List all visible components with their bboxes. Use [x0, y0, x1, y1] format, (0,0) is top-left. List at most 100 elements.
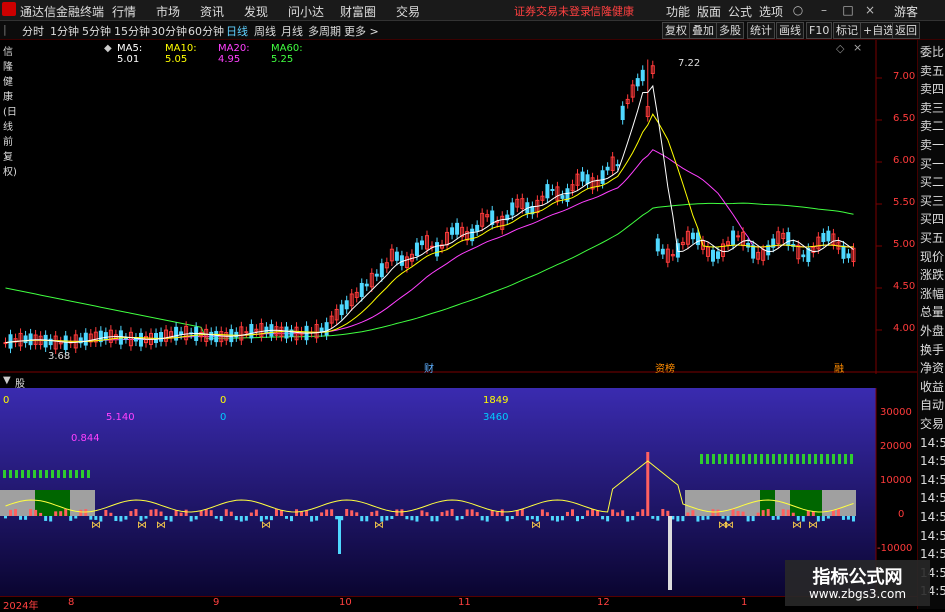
- tab-30min[interactable]: 30分钟: [151, 23, 187, 39]
- quote-side-panel: 委比卖五卖四卖三卖二卖一买一买二买三买四买五现价涨跌涨幅总量外盘换手净资收益自动…: [917, 40, 945, 609]
- close-icon[interactable]: ×: [862, 2, 878, 18]
- side-panel-item[interactable]: 14:56: [920, 435, 945, 451]
- side-panel-item[interactable]: 交易: [920, 416, 945, 432]
- side-panel-item[interactable]: 外盘: [920, 323, 945, 339]
- side-panel-item[interactable]: 自动: [920, 397, 945, 413]
- tab-15min[interactable]: 15分钟: [114, 23, 150, 39]
- menu-options[interactable]: 选项: [759, 3, 783, 20]
- watermark-title: 指标公式网: [812, 567, 903, 588]
- side-panel-item[interactable]: 14:56: [920, 453, 945, 469]
- tab-monthly[interactable]: 月线: [281, 23, 303, 39]
- menu-function[interactable]: 功能: [666, 3, 690, 20]
- side-panel-item[interactable]: 总量: [920, 304, 945, 320]
- chart-settings-icon[interactable]: ◇: [836, 42, 844, 55]
- side-panel-item[interactable]: 卖三: [920, 100, 945, 116]
- user-label[interactable]: 游客: [894, 3, 918, 20]
- side-panel-item[interactable]: 卖一: [920, 137, 945, 153]
- tab-weekly[interactable]: 周线: [254, 23, 276, 39]
- toolbar-handle-icon: |: [3, 23, 7, 36]
- menu-layout[interactable]: 版面: [697, 3, 721, 20]
- overlay-button[interactable]: 叠加: [689, 22, 717, 39]
- svg-text:⋈: ⋈: [91, 520, 101, 531]
- adjust-button[interactable]: 复权: [662, 22, 690, 39]
- low-price-label: 3.68: [48, 351, 71, 362]
- price-axis-label: 6.00: [893, 155, 916, 166]
- chart-close-icon[interactable]: ×: [853, 41, 862, 54]
- menu-discover[interactable]: 发现: [244, 3, 268, 20]
- indicator-axis-label: 20000: [880, 441, 912, 452]
- side-panel-item[interactable]: 买三: [920, 193, 945, 209]
- side-panel-item[interactable]: 换手: [920, 342, 945, 358]
- stock-title: 信隆健康(日线 前复权): [3, 47, 17, 178]
- side-panel-item[interactable]: 涨幅: [920, 286, 945, 302]
- side-panel-item[interactable]: 买四: [920, 211, 945, 227]
- tab-60min[interactable]: 60分钟: [188, 23, 224, 39]
- tab-more[interactable]: 更多 >: [344, 23, 379, 39]
- indicator-menu-icon[interactable]: ▼: [3, 375, 11, 386]
- mark-button[interactable]: 标记: [833, 22, 861, 39]
- menu-ask[interactable]: 问小达: [288, 3, 324, 20]
- indicator-axis-label: 0: [898, 509, 905, 520]
- side-panel-item[interactable]: 买五: [920, 230, 945, 246]
- search-icon[interactable]: ○: [790, 2, 806, 18]
- side-panel-item[interactable]: 涨跌: [920, 267, 945, 283]
- time-tick: 11: [458, 597, 471, 608]
- multi-stock-button[interactable]: 多股: [716, 22, 744, 39]
- time-axis: 2024年 8 9 10 11 12 1: [0, 596, 917, 612]
- indicator-axis-label: 30000: [880, 407, 912, 418]
- side-panel-item[interactable]: 委比: [920, 44, 945, 60]
- ma-settings-icon[interactable]: ◆: [104, 43, 112, 54]
- minimize-icon[interactable]: –: [816, 2, 832, 18]
- app-title: 通达信金融终端: [20, 5, 105, 19]
- side-panel-item[interactable]: 14:56: [920, 509, 945, 525]
- side-panel-item[interactable]: 卖五: [920, 63, 945, 79]
- menu-trade[interactable]: 交易: [396, 3, 420, 20]
- side-panel-item[interactable]: 14:56: [920, 490, 945, 506]
- side-panel-item[interactable]: 买一: [920, 156, 945, 172]
- tab-1min[interactable]: 1分钟: [50, 23, 79, 39]
- kline-chart[interactable]: [0, 40, 917, 374]
- stock-link[interactable]: 信隆健康: [590, 3, 634, 19]
- tab-daily[interactable]: 日线: [226, 23, 248, 39]
- indicator-value: 0: [3, 395, 10, 406]
- f10-button[interactable]: F10: [806, 22, 833, 39]
- draw-line-button[interactable]: 画线: [776, 22, 804, 39]
- ma10-label: MA10: 5.05: [165, 43, 197, 65]
- menu-quotes[interactable]: 行情: [112, 3, 136, 20]
- event-marker-finance[interactable]: 财: [424, 360, 434, 375]
- side-panel-item[interactable]: 净资: [920, 360, 945, 376]
- menu-market[interactable]: 市场: [156, 3, 180, 20]
- event-marker-list[interactable]: 资榜: [655, 360, 675, 375]
- site-watermark: 指标公式网 www.zbgs3.com: [785, 560, 930, 606]
- price-axis-label: 5.00: [893, 239, 916, 250]
- menu-wealth[interactable]: 财富圈: [340, 3, 376, 20]
- side-panel-item[interactable]: 买二: [920, 174, 945, 190]
- menu-news[interactable]: 资讯: [200, 3, 224, 20]
- side-panel-item[interactable]: 卖二: [920, 118, 945, 134]
- stats-button[interactable]: 统计: [747, 22, 775, 39]
- side-panel-item[interactable]: 14:56: [920, 528, 945, 544]
- indicator-value: 0.844: [71, 433, 100, 444]
- login-warning[interactable]: 证券交易未登录: [514, 3, 591, 19]
- time-tick: 10: [339, 597, 352, 608]
- svg-text:⋈: ⋈: [808, 520, 818, 531]
- svg-text:⋈: ⋈: [724, 520, 734, 531]
- svg-text:⋈: ⋈: [374, 520, 384, 531]
- back-button[interactable]: 返回: [892, 22, 920, 39]
- restore-icon[interactable]: □: [840, 2, 856, 18]
- side-panel-item[interactable]: 14:56: [920, 472, 945, 488]
- svg-text:⋈: ⋈: [137, 520, 147, 531]
- side-panel-item[interactable]: 收益: [920, 379, 945, 395]
- tab-timeshare[interactable]: 分时: [22, 23, 44, 39]
- menu-formula[interactable]: 公式: [728, 3, 752, 20]
- indicator-chart[interactable]: ⋈ ⋈ ⋈ ⋈ ⋈ ⋈ ⋈⋈ ⋈ ⋈: [0, 388, 917, 596]
- ma5-label: MA5: 5.01: [117, 43, 143, 65]
- tab-multi-period[interactable]: 多周期: [308, 23, 341, 39]
- side-panel-item[interactable]: 现价: [920, 249, 945, 265]
- indicator-value: 0: [220, 412, 227, 423]
- event-marker-margin[interactable]: 融: [834, 360, 844, 375]
- side-panel-item[interactable]: 卖四: [920, 81, 945, 97]
- ma20-label: MA20: 4.95: [218, 43, 250, 65]
- time-tick: 9: [213, 597, 220, 608]
- tab-5min[interactable]: 5分钟: [82, 23, 111, 39]
